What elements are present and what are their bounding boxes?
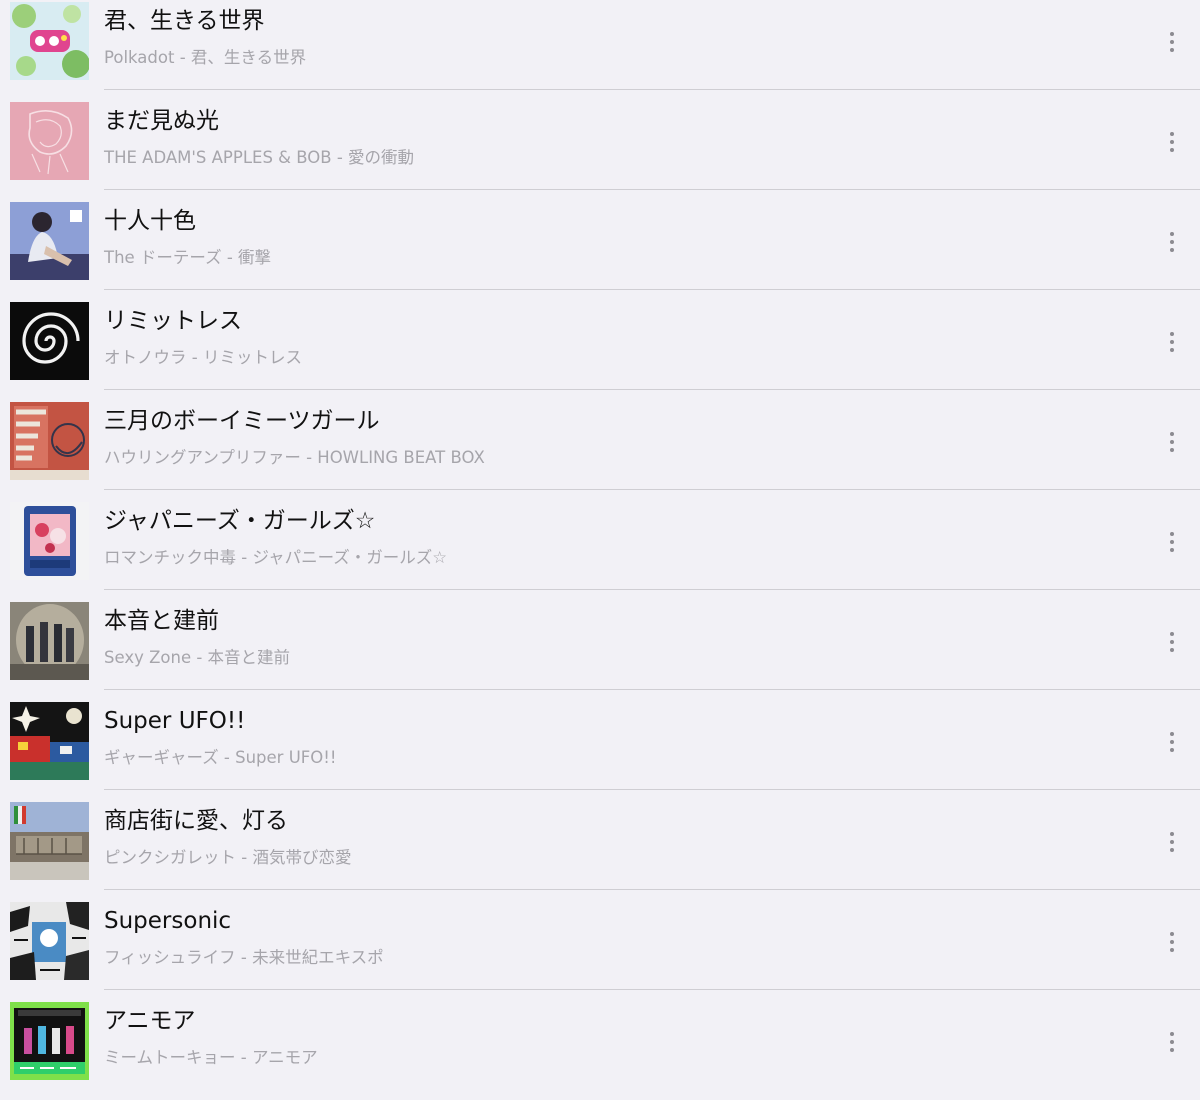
- track-title: Super UFO!!: [104, 708, 246, 734]
- more-button[interactable]: [1156, 122, 1188, 162]
- album-art: [10, 302, 89, 380]
- separator: [104, 289, 1200, 290]
- more-button[interactable]: [1156, 722, 1188, 762]
- album-art: [10, 2, 89, 80]
- track-subtitle: ギャーギャーズ - Super UFO!!: [104, 748, 337, 767]
- track-title: まだ見ぬ光: [104, 108, 219, 134]
- track-row[interactable]: リミットレス オトノウラ - リミットレス: [0, 300, 1200, 400]
- separator: [104, 189, 1200, 190]
- album-art: [10, 902, 89, 980]
- more-button[interactable]: [1156, 922, 1188, 962]
- album-art: [10, 102, 89, 180]
- more-vertical-icon: [1170, 432, 1174, 436]
- more-vertical-icon: [1170, 532, 1174, 536]
- more-button[interactable]: [1156, 622, 1188, 662]
- more-vertical-icon: [1170, 232, 1174, 236]
- album-art: [10, 602, 89, 680]
- more-button[interactable]: [1156, 22, 1188, 62]
- track-row[interactable]: ジャパニーズ・ガールズ☆ ロマンチック中毒 - ジャパニーズ・ガールズ☆: [0, 500, 1200, 600]
- track-subtitle: The ドーテーズ - 衝撃: [104, 248, 272, 267]
- track-title: 君、生きる世界: [104, 8, 265, 34]
- track-row[interactable]: Supersonic フィッシュライフ - 未来世紀エキスポ: [0, 900, 1200, 1000]
- more-vertical-icon: [1170, 1032, 1174, 1036]
- track-title: 十人十色: [104, 208, 196, 234]
- more-button[interactable]: [1156, 822, 1188, 862]
- track-subtitle: ミームトーキョー - アニモア: [104, 1048, 318, 1067]
- track-subtitle: ロマンチック中毒 - ジャパニーズ・ガールズ☆: [104, 548, 448, 567]
- more-vertical-icon: [1170, 32, 1174, 36]
- track-list: 君、生きる世界 Polkadot - 君、生きる世界 まだ見ぬ光 THE ADA…: [0, 0, 1200, 1087]
- separator: [104, 89, 1200, 90]
- track-subtitle: ハウリングアンプリファー - HOWLING BEAT BOX: [104, 448, 485, 467]
- more-vertical-icon: [1170, 632, 1174, 636]
- track-subtitle: Polkadot - 君、生きる世界: [104, 48, 307, 67]
- track-title: Supersonic: [104, 908, 232, 934]
- track-row[interactable]: Super UFO!! ギャーギャーズ - Super UFO!!: [0, 700, 1200, 800]
- track-title: 商店街に愛、灯る: [104, 808, 288, 834]
- album-art: [10, 502, 89, 580]
- more-button[interactable]: [1156, 222, 1188, 262]
- track-subtitle: ピンクシガレット - 酒気帯び恋愛: [104, 848, 352, 867]
- track-row[interactable]: 十人十色 The ドーテーズ - 衝撃: [0, 200, 1200, 300]
- album-art: [10, 702, 89, 780]
- more-vertical-icon: [1170, 732, 1174, 736]
- track-title: リミットレス: [104, 308, 242, 334]
- more-vertical-icon: [1170, 332, 1174, 336]
- album-art: [10, 1002, 89, 1080]
- track-row[interactable]: 本音と建前 Sexy Zone - 本音と建前: [0, 600, 1200, 700]
- more-button[interactable]: [1156, 1022, 1188, 1062]
- more-button[interactable]: [1156, 422, 1188, 462]
- track-row[interactable]: 三月のボーイミーツガール ハウリングアンプリファー - HOWLING BEAT…: [0, 400, 1200, 500]
- more-vertical-icon: [1170, 132, 1174, 136]
- track-row[interactable]: まだ見ぬ光 THE ADAM'S APPLES & BOB - 愛の衝動: [0, 100, 1200, 200]
- track-subtitle: フィッシュライフ - 未来世紀エキスポ: [104, 948, 384, 967]
- more-vertical-icon: [1170, 832, 1174, 836]
- separator: [104, 489, 1200, 490]
- separator: [104, 589, 1200, 590]
- more-button[interactable]: [1156, 322, 1188, 362]
- track-title: 三月のボーイミーツガール: [104, 408, 380, 434]
- album-art: [10, 202, 89, 280]
- separator: [104, 389, 1200, 390]
- track-row[interactable]: 商店街に愛、灯る ピンクシガレット - 酒気帯び恋愛: [0, 800, 1200, 900]
- track-subtitle: Sexy Zone - 本音と建前: [104, 648, 291, 667]
- track-title: アニモア: [104, 1008, 196, 1034]
- separator: [104, 689, 1200, 690]
- track-row[interactable]: 君、生きる世界 Polkadot - 君、生きる世界: [0, 0, 1200, 100]
- track-subtitle: THE ADAM'S APPLES & BOB - 愛の衝動: [104, 148, 415, 167]
- separator: [104, 889, 1200, 890]
- track-title: 本音と建前: [104, 608, 219, 634]
- album-art: [10, 402, 89, 480]
- album-art: [10, 802, 89, 880]
- separator: [104, 789, 1200, 790]
- separator: [104, 989, 1200, 990]
- more-vertical-icon: [1170, 932, 1174, 936]
- track-title: ジャパニーズ・ガールズ☆: [104, 508, 376, 534]
- more-button[interactable]: [1156, 522, 1188, 562]
- track-subtitle: オトノウラ - リミットレス: [104, 348, 302, 367]
- track-row[interactable]: アニモア ミームトーキョー - アニモア: [0, 1000, 1200, 1100]
